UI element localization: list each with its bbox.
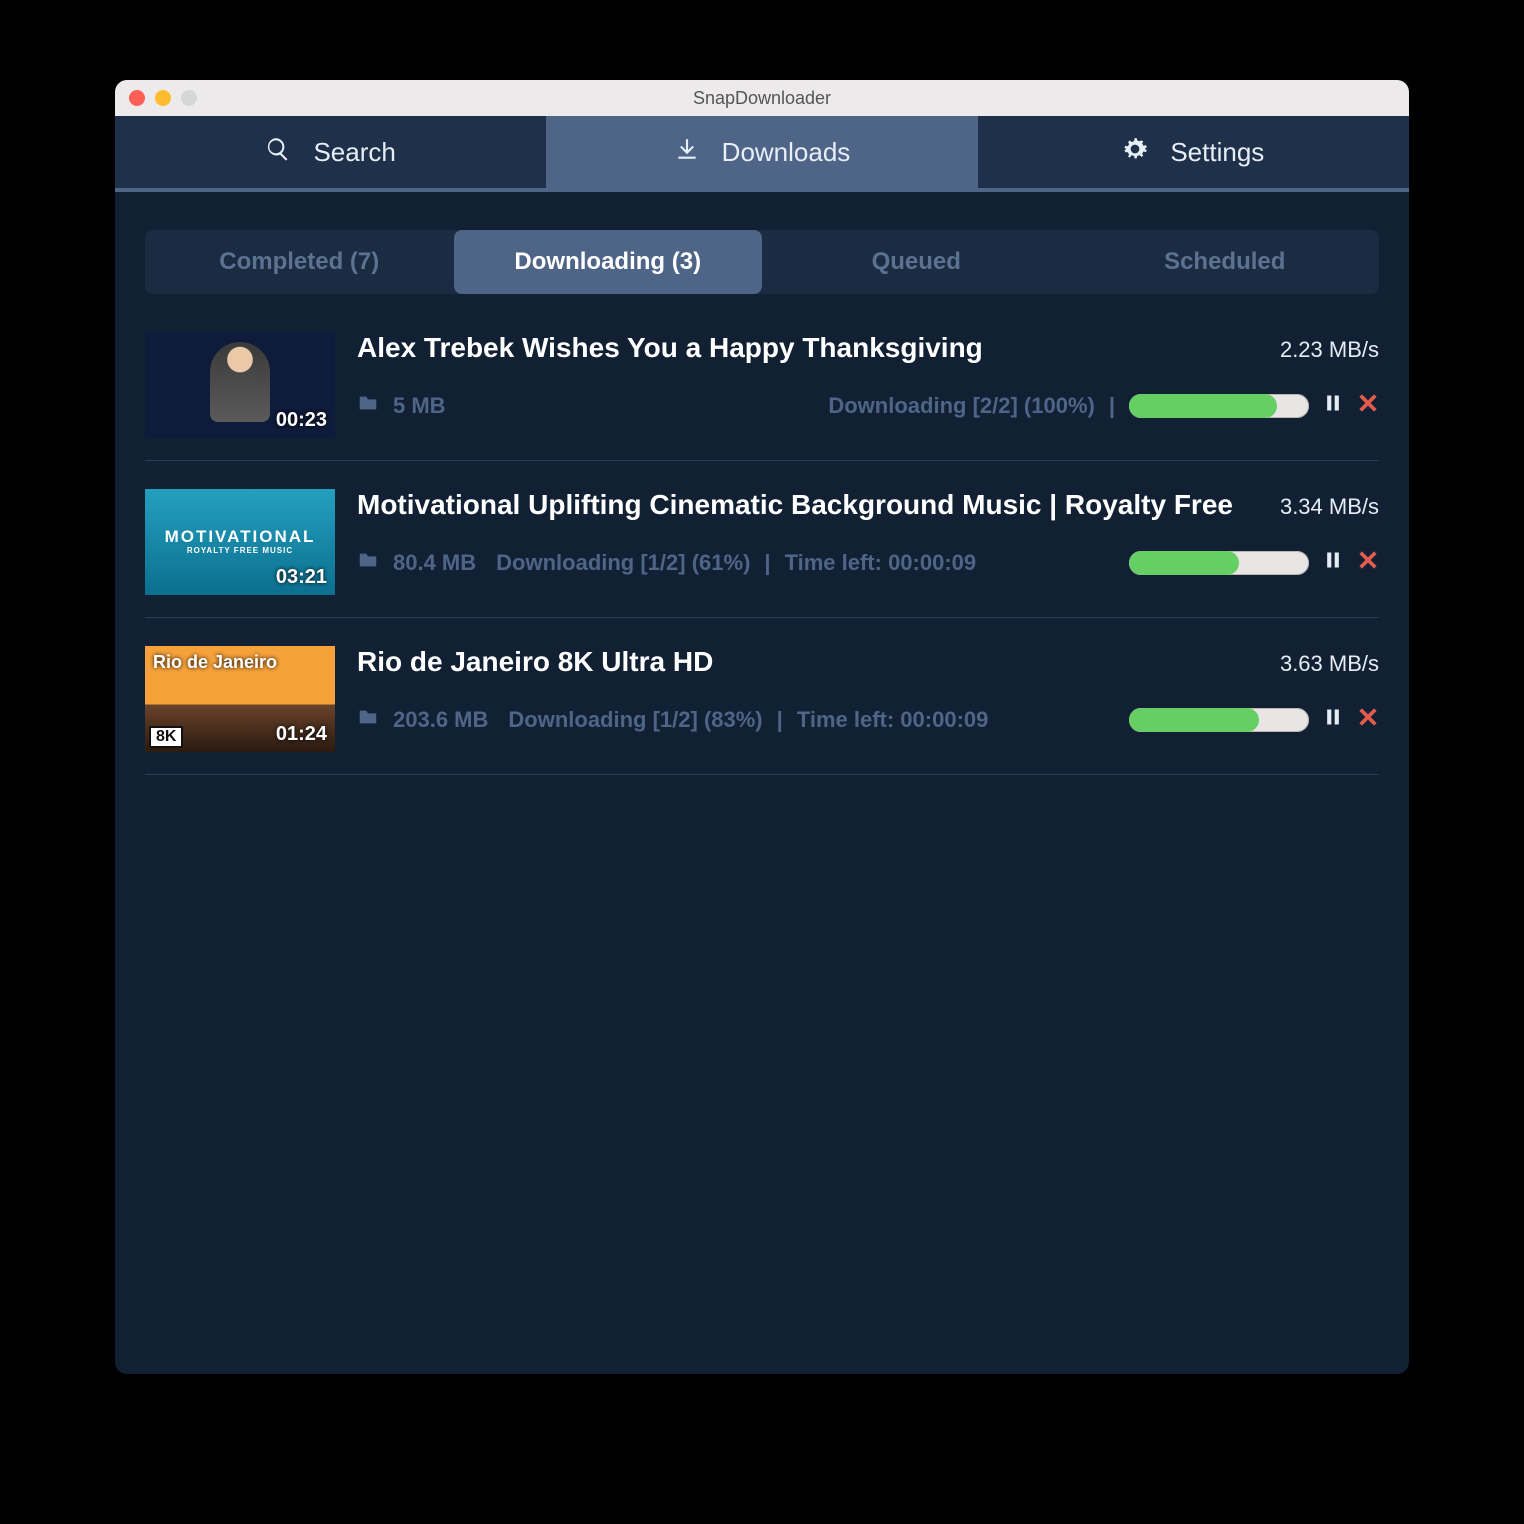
thumb-text: Rio de Janeiro xyxy=(153,652,277,673)
progress-bar xyxy=(1129,708,1309,732)
progress-bar xyxy=(1129,551,1309,575)
cancel-button[interactable] xyxy=(1357,392,1379,420)
separator: | xyxy=(1109,393,1115,419)
row-body: Motivational Uplifting Cinematic Backgro… xyxy=(357,489,1379,577)
thumb-subtext: ROYALTY FREE MUSIC xyxy=(165,547,316,556)
time-left: Time left: 00:00:09 xyxy=(785,550,977,576)
cancel-button[interactable] xyxy=(1357,706,1379,734)
video-title: Alex Trebek Wishes You a Happy Thanksgiv… xyxy=(357,332,1260,364)
download-speed: 2.23 MB/s xyxy=(1280,337,1379,363)
download-row: 00:23 Alex Trebek Wishes You a Happy Tha… xyxy=(145,304,1379,461)
video-thumbnail[interactable]: 00:23 xyxy=(145,332,335,438)
search-icon xyxy=(265,136,291,169)
row-body: Alex Trebek Wishes You a Happy Thanksgiv… xyxy=(357,332,1379,420)
progress-fill xyxy=(1129,394,1277,418)
tab-queued[interactable]: Queued xyxy=(762,230,1071,294)
video-thumbnail[interactable]: MOTIVATIONALROYALTY FREE MUSIC 03:21 xyxy=(145,489,335,595)
pause-button[interactable] xyxy=(1323,706,1343,734)
folder-icon[interactable] xyxy=(357,549,379,577)
download-speed: 3.34 MB/s xyxy=(1280,494,1379,520)
video-duration: 00:23 xyxy=(276,409,327,432)
app-window: SnapDownloader Search Downloads Settings… xyxy=(115,80,1409,1374)
download-row: MOTIVATIONALROYALTY FREE MUSIC 03:21 Mot… xyxy=(145,461,1379,618)
video-duration: 01:24 xyxy=(276,723,327,746)
tab-scheduled[interactable]: Scheduled xyxy=(1071,230,1380,294)
separator: | xyxy=(777,707,783,733)
row-body: Rio de Janeiro 8K Ultra HD 3.63 MB/s 203… xyxy=(357,646,1379,734)
download-speed: 3.63 MB/s xyxy=(1280,651,1379,677)
nav-downloads[interactable]: Downloads xyxy=(546,116,977,188)
nav-search[interactable]: Search xyxy=(115,116,546,188)
time-left: Time left: 00:00:09 xyxy=(797,707,989,733)
progress-fill xyxy=(1129,708,1259,732)
download-status: Downloading [2/2] (100%) xyxy=(828,393,1094,419)
download-status: Downloading [1/2] (83%) xyxy=(508,707,762,733)
pause-button[interactable] xyxy=(1323,392,1343,420)
titlebar: SnapDownloader xyxy=(115,80,1409,116)
gear-icon xyxy=(1122,136,1148,169)
tab-completed[interactable]: Completed (7) xyxy=(145,230,454,294)
nav-settings[interactable]: Settings xyxy=(978,116,1409,188)
video-title: Rio de Janeiro 8K Ultra HD xyxy=(357,646,1260,678)
nav-settings-label: Settings xyxy=(1170,137,1264,168)
top-nav: Search Downloads Settings xyxy=(115,116,1409,192)
download-row: Rio de Janeiro 8K 01:24 Rio de Janeiro 8… xyxy=(145,618,1379,775)
nav-search-label: Search xyxy=(313,137,395,168)
file-size: 80.4 MB xyxy=(393,550,476,576)
download-status: Downloading [1/2] (61%) xyxy=(496,550,750,576)
progress-bar xyxy=(1129,394,1309,418)
download-list: 00:23 Alex Trebek Wishes You a Happy Tha… xyxy=(145,304,1379,775)
separator: | xyxy=(764,550,770,576)
thumb-text: MOTIVATIONAL xyxy=(165,527,316,546)
cancel-button[interactable] xyxy=(1357,549,1379,577)
window-title: SnapDownloader xyxy=(115,88,1409,109)
video-title: Motivational Uplifting Cinematic Backgro… xyxy=(357,489,1260,521)
pause-button[interactable] xyxy=(1323,549,1343,577)
file-size: 203.6 MB xyxy=(393,707,488,733)
video-thumbnail[interactable]: Rio de Janeiro 8K 01:24 xyxy=(145,646,335,752)
video-duration: 03:21 xyxy=(276,566,327,589)
nav-downloads-label: Downloads xyxy=(722,137,851,168)
folder-icon[interactable] xyxy=(357,392,379,420)
tab-downloading[interactable]: Downloading (3) xyxy=(454,230,763,294)
folder-icon[interactable] xyxy=(357,706,379,734)
thumb-badge: 8K xyxy=(149,726,183,748)
progress-fill xyxy=(1129,551,1239,575)
sub-tabs: Completed (7) Downloading (3) Queued Sch… xyxy=(145,230,1379,294)
download-icon xyxy=(674,136,700,169)
file-size: 5 MB xyxy=(393,393,446,419)
